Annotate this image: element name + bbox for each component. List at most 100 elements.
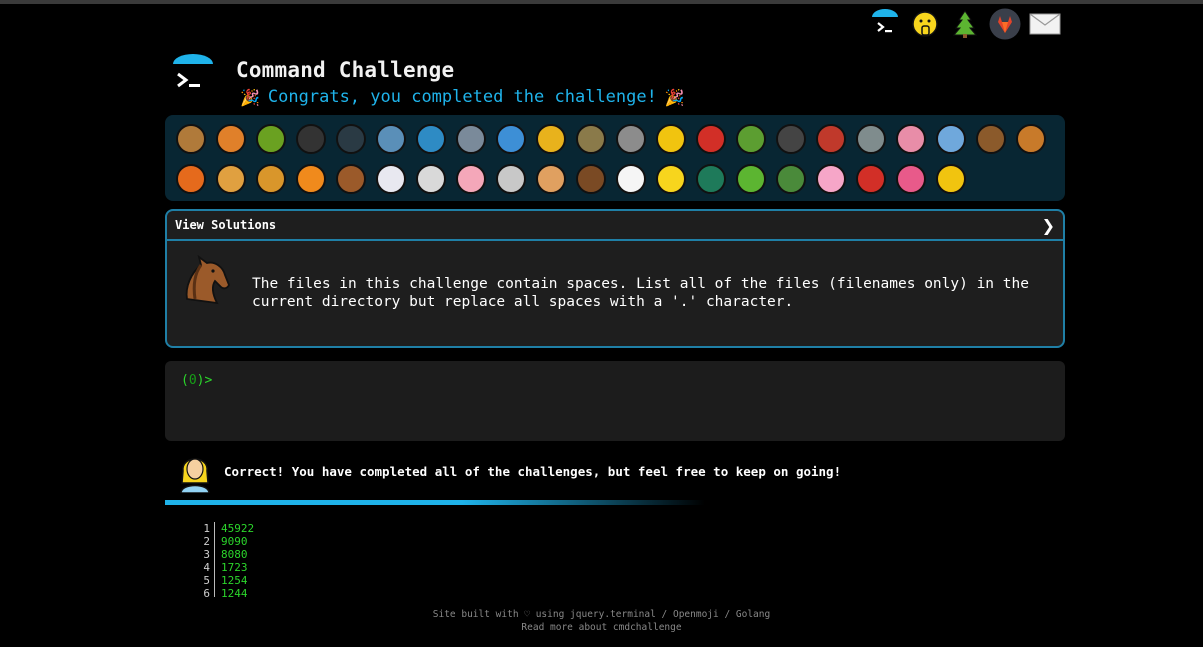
challenge-cat-button[interactable] <box>211 161 251 197</box>
output-line: 2 9090 <box>196 535 254 548</box>
command-output: 1 45922 2 9090 3 8080 4 1723 5 1254 6 1244 <box>196 522 254 597</box>
fox-icon <box>176 164 206 194</box>
view-solutions-toggle[interactable]: View Solutions ❯ <box>167 211 1063 241</box>
challenge-fly-button[interactable] <box>851 121 891 157</box>
line-number: 2 <box>196 535 215 548</box>
emoji-row <box>171 121 1051 157</box>
challenge-cherry-blossom-button[interactable] <box>811 161 851 197</box>
challenge-pig-button[interactable] <box>451 161 491 197</box>
lady-beetle-icon <box>696 124 726 154</box>
mosquito-icon <box>776 124 806 154</box>
challenge-shark-button[interactable] <box>451 121 491 157</box>
output-value: 45922 <box>221 522 255 535</box>
hibiscus-icon <box>896 164 926 194</box>
tree-icon[interactable] <box>948 7 982 41</box>
envelope-icon[interactable] <box>1028 7 1062 41</box>
shark-icon <box>456 124 486 154</box>
challenge-butterfly-button[interactable] <box>211 121 251 157</box>
top-nav-icons <box>868 7 1068 41</box>
hamster-icon <box>536 164 566 194</box>
progress-bar <box>165 500 705 505</box>
ant-icon <box>296 124 326 154</box>
challenge-wolf-button[interactable] <box>611 121 651 157</box>
challenge-mouse-button[interactable] <box>491 161 531 197</box>
party-popper-icon: 🎉 <box>664 87 685 107</box>
line-number: 3 <box>196 548 215 561</box>
challenge-panda-button[interactable] <box>611 161 651 197</box>
whale-icon <box>376 124 406 154</box>
challenge-microbe-button[interactable] <box>931 121 971 157</box>
challenge-cow-button[interactable] <box>411 161 451 197</box>
challenge-mosquito-button[interactable] <box>771 121 811 157</box>
top-border <box>0 0 1203 4</box>
spider-web-icon <box>336 124 366 154</box>
wolf-icon <box>616 124 646 154</box>
dog-icon <box>1016 124 1046 154</box>
microbe-icon <box>936 124 966 154</box>
cherry-blossom-icon <box>816 164 846 194</box>
bee-icon <box>656 124 686 154</box>
challenge-bear-button[interactable] <box>571 161 611 197</box>
output-line: 6 1244 <box>196 587 254 597</box>
peacock-icon <box>696 164 726 194</box>
challenge-tropical-fish-button[interactable] <box>531 121 571 157</box>
challenge-tiger-button[interactable] <box>291 161 331 197</box>
challenge-lady-beetle-button[interactable] <box>691 121 731 157</box>
snail-icon <box>176 124 206 154</box>
challenge-hibiscus-button[interactable] <box>891 161 931 197</box>
challenge-spider-web-button[interactable] <box>331 121 371 157</box>
challenge-bee-button[interactable] <box>651 121 691 157</box>
butterfly-icon <box>216 124 246 154</box>
challenge-dog-button[interactable] <box>1011 121 1051 157</box>
challenge-whale-button[interactable] <box>371 121 411 157</box>
read-more-link[interactable]: Read more about cmdchallenge <box>0 621 1203 634</box>
output-line: 3 8080 <box>196 548 254 561</box>
challenge-unicorn-button[interactable] <box>371 161 411 197</box>
page-title: Command Challenge <box>236 58 455 82</box>
terminal-prompt: (0)> <box>181 373 213 388</box>
app-logo[interactable] <box>169 52 217 100</box>
challenge-hamster-button[interactable] <box>531 161 571 197</box>
challenge-dolphin-button[interactable] <box>411 121 451 157</box>
challenge-cricket-button[interactable] <box>731 121 771 157</box>
challenge-frog-button[interactable] <box>731 161 771 197</box>
challenge-ant-button[interactable] <box>291 121 331 157</box>
challenge-monkey-button[interactable] <box>971 121 1011 157</box>
challenge-fox-button[interactable] <box>171 161 211 197</box>
bear-icon <box>576 164 606 194</box>
chevron-right-icon: ❯ <box>1041 215 1055 235</box>
frog-icon <box>736 164 766 194</box>
challenge-scorpion-button[interactable] <box>811 121 851 157</box>
face-with-hand-over-mouth-icon[interactable] <box>908 7 942 41</box>
challenge-lion-button[interactable] <box>251 161 291 197</box>
sunflower-icon <box>936 164 966 194</box>
challenge-snail-button[interactable] <box>171 121 211 157</box>
cat-icon <box>216 164 246 194</box>
challenge-sunflower-button[interactable] <box>931 161 971 197</box>
hatching-chick-icon <box>656 164 686 194</box>
challenge-fish-button[interactable] <box>491 121 531 157</box>
terminal-input-area[interactable]: (0)> <box>165 361 1065 441</box>
challenge-worm-button[interactable] <box>891 121 931 157</box>
view-solutions-label: View Solutions <box>175 218 277 232</box>
caterpillar-icon <box>256 124 286 154</box>
challenge-caterpillar-button[interactable] <box>251 121 291 157</box>
challenge-rose-button[interactable] <box>851 161 891 197</box>
challenge-blowfish-button[interactable] <box>571 121 611 157</box>
challenge-peacock-button[interactable] <box>691 161 731 197</box>
challenge-emoji-grid <box>165 115 1065 201</box>
output-value: 1254 <box>221 574 248 587</box>
worm-icon <box>896 124 926 154</box>
horse-icon <box>177 251 235 307</box>
challenge-hatching-chick-button[interactable] <box>651 161 691 197</box>
output-line: 1 45922 <box>196 522 254 535</box>
gitlab-icon[interactable] <box>988 7 1022 41</box>
line-number: 1 <box>196 522 215 535</box>
challenge-description: The files in this challenge contain spac… <box>252 276 1029 310</box>
challenge-dragon-face-button[interactable] <box>771 161 811 197</box>
result-message: Correct! You have completed all of the c… <box>224 463 842 479</box>
footer-credits[interactable]: Site built with ♡ using jquery.terminal … <box>0 608 1203 621</box>
output-value: 1723 <box>221 561 248 574</box>
challenge-horse-button[interactable] <box>331 161 371 197</box>
terminal-umbrella-icon[interactable] <box>868 7 902 41</box>
